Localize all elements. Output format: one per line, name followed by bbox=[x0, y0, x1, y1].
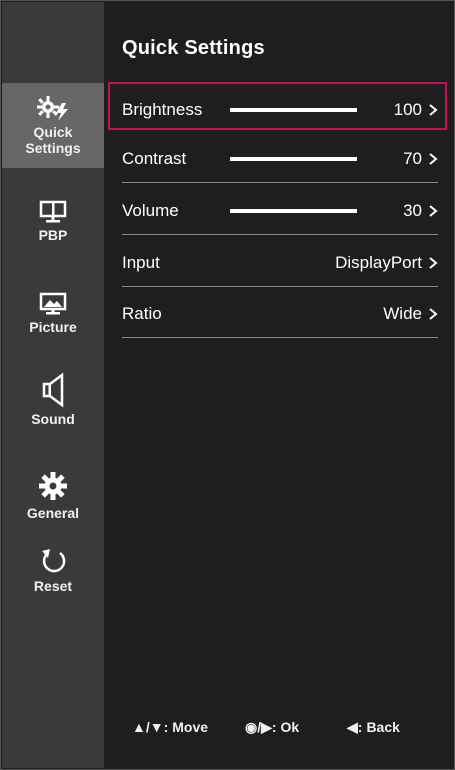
sound-icon bbox=[42, 372, 64, 408]
row-volume[interactable]: Volume 30 bbox=[122, 187, 438, 235]
row-value: DisplayPort bbox=[335, 253, 422, 272]
sidebar-item-quick-settings[interactable]: Quick Settings bbox=[2, 83, 104, 168]
gear-icon bbox=[39, 472, 67, 500]
hint-move-label: Move bbox=[172, 719, 209, 735]
row-brightness[interactable]: Brightness 100 bbox=[122, 86, 438, 134]
sidebar-item-label: Quick Settings bbox=[25, 124, 81, 156]
divider bbox=[122, 286, 438, 287]
row-ratio[interactable]: Ratio Wide bbox=[122, 290, 438, 338]
hint-ok-keys: ◉/▶: bbox=[245, 719, 277, 735]
hint-ok-label: Ok bbox=[280, 719, 300, 735]
hint-back-label: Back bbox=[366, 719, 400, 735]
row-label: Volume bbox=[122, 201, 179, 220]
hint-move-keys: ▲/▼: bbox=[132, 719, 169, 735]
osd-menu: Quick Settings PBP Picture Sound General… bbox=[0, 0, 455, 770]
row-label: Contrast bbox=[122, 149, 187, 168]
hint-back-keys: ◀: bbox=[347, 719, 363, 735]
row-label: Input bbox=[122, 253, 160, 272]
row-value: 30 bbox=[403, 201, 422, 220]
sidebar-item-label: Reset bbox=[33, 578, 73, 594]
divider bbox=[122, 182, 438, 183]
volume-slider[interactable] bbox=[230, 209, 357, 213]
divider bbox=[122, 234, 438, 235]
page-title: Quick Settings bbox=[122, 37, 265, 59]
hint-back: ◀: Back bbox=[347, 717, 400, 737]
row-value: Wide bbox=[383, 304, 422, 323]
chevron-right-icon bbox=[429, 257, 438, 269]
hint-ok: ◉/▶: Ok bbox=[245, 717, 299, 737]
sidebar-item-pbp[interactable]: PBP bbox=[2, 200, 104, 243]
chevron-right-icon bbox=[429, 153, 438, 165]
hint-move: ▲/▼: Move bbox=[132, 717, 208, 737]
sidebar-item-label: Picture bbox=[29, 319, 77, 335]
sidebar-item-label: General bbox=[26, 505, 80, 521]
row-label: Brightness bbox=[122, 100, 203, 119]
sidebar-item-label: PBP bbox=[38, 227, 68, 243]
quick-settings-icon bbox=[37, 96, 68, 121]
divider bbox=[122, 337, 438, 338]
picture-icon bbox=[39, 292, 67, 315]
row-value: 70 bbox=[403, 149, 422, 168]
row-label: Ratio bbox=[122, 304, 162, 323]
row-contrast[interactable]: Contrast 70 bbox=[122, 135, 438, 183]
reset-icon bbox=[42, 549, 66, 573]
sidebar-item-general[interactable]: General bbox=[2, 470, 104, 521]
main-panel: Quick Settings Brightness 100 Contrast 7… bbox=[104, 1, 454, 769]
chevron-right-icon bbox=[429, 205, 438, 217]
sidebar-item-picture[interactable]: Picture bbox=[2, 292, 104, 335]
sidebar-item-reset[interactable]: Reset bbox=[2, 547, 104, 594]
sidebar: Quick Settings PBP Picture Sound General… bbox=[2, 2, 104, 768]
chevron-right-icon bbox=[429, 308, 438, 320]
sidebar-item-sound[interactable]: Sound bbox=[2, 372, 104, 427]
sidebar-item-label: Sound bbox=[31, 411, 75, 427]
row-input[interactable]: Input DisplayPort bbox=[122, 239, 438, 287]
row-value: 100 bbox=[393, 100, 422, 119]
contrast-slider[interactable] bbox=[230, 157, 357, 161]
chevron-right-icon bbox=[429, 104, 438, 116]
pbp-icon bbox=[39, 200, 67, 223]
brightness-slider[interactable] bbox=[230, 108, 357, 112]
